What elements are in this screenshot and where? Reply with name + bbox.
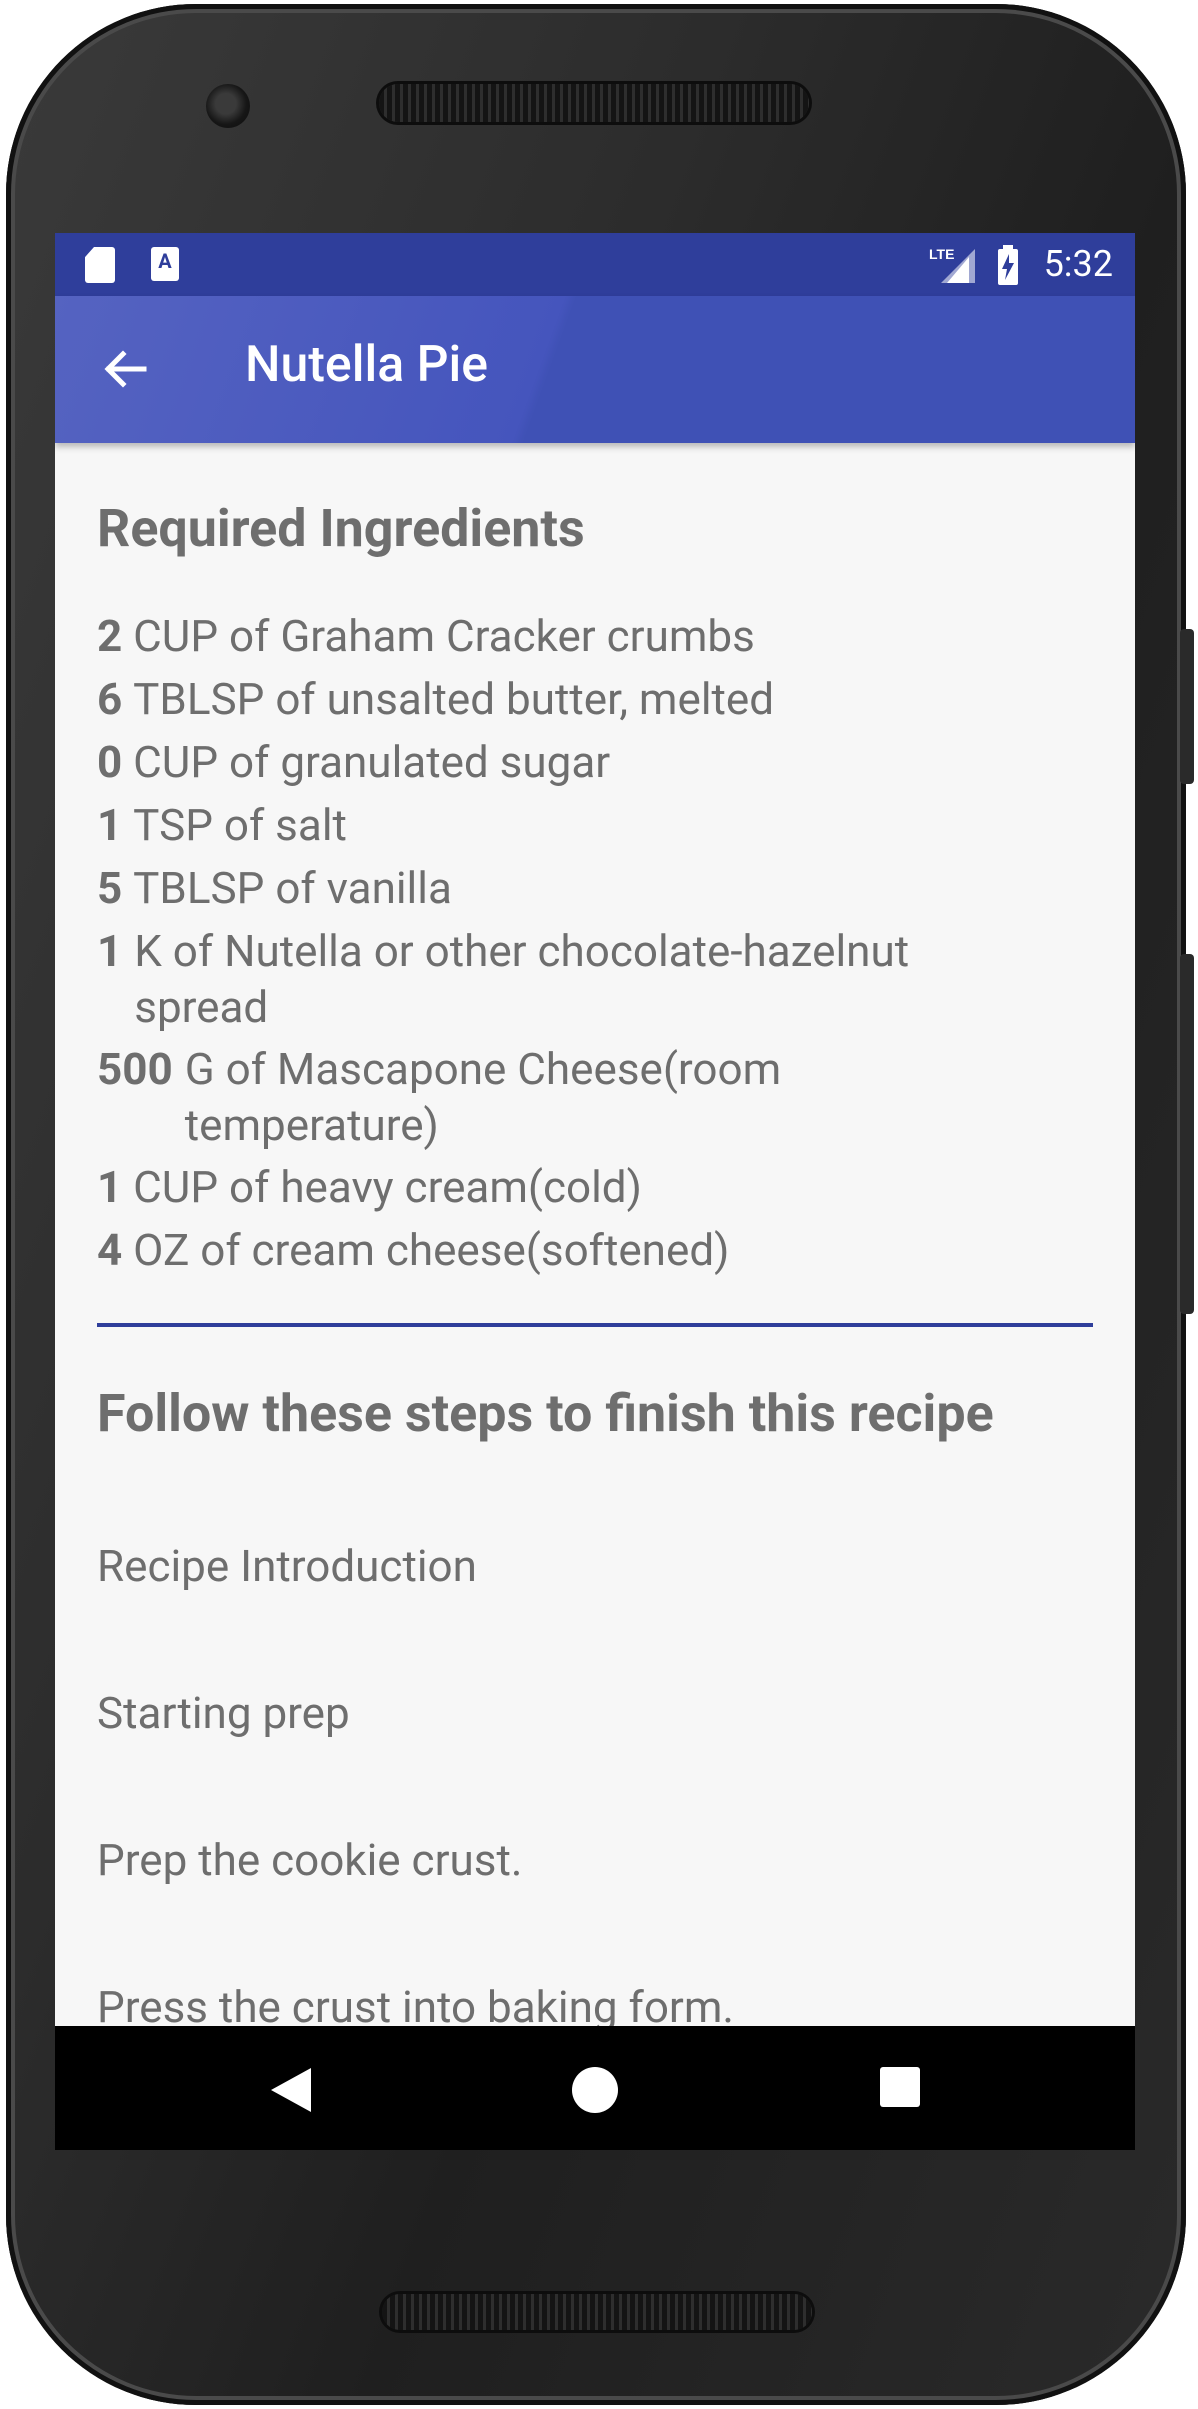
battery-charging-icon xyxy=(998,245,1018,285)
ingredient-qty: 500 xyxy=(97,1043,173,1095)
ingredient-qty: 6 xyxy=(97,673,123,725)
ingredient-item: 6 TBLSP of unsalted butter, melted xyxy=(97,671,1077,727)
bottom-speaker xyxy=(382,2294,812,2330)
navigation-bar xyxy=(55,2026,1135,2150)
ingredient-qty: 5 xyxy=(97,862,123,914)
ingredient-qty: 1 xyxy=(97,925,123,977)
step-item[interactable]: Starting prep xyxy=(97,1687,350,1739)
ingredient-text-line: K of Nutella or other chocolate-hazelnut… xyxy=(134,925,910,1033)
front-camera xyxy=(206,84,250,128)
power-button xyxy=(1180,629,1194,784)
phone-screen: A LTE 5:32 Nutella Pie Required Ingredie… xyxy=(55,233,1135,2150)
lte-signal-icon: LTE xyxy=(929,246,975,283)
home-circle-icon[interactable] xyxy=(571,2066,619,2114)
steps-heading: Follow these steps to finish this recipe xyxy=(97,1383,994,1444)
a-icon: A xyxy=(151,247,179,281)
step-item[interactable]: Prep the cookie crust. xyxy=(97,1834,522,1886)
ingredient-item: 500 G of Mascapone Cheese(room temperatu… xyxy=(97,1041,1077,1153)
page-title: Nutella Pie xyxy=(245,336,489,394)
ingredient-qty: 2 xyxy=(97,610,123,662)
ingredients-heading: Required Ingredients xyxy=(97,498,585,559)
ingredient-text: CUP of Graham Cracker crumbs xyxy=(133,610,755,662)
status-bar: A LTE 5:32 xyxy=(55,233,1135,296)
section-divider xyxy=(97,1323,1093,1327)
ingredient-item: 4 OZ of cream cheese(softened) xyxy=(97,1222,1077,1278)
ingredient-item: 0 CUP of granulated sugar xyxy=(97,734,1077,790)
ingredient-text: TBLSP of unsalted butter, melted xyxy=(133,673,775,725)
ingredient-text: G of Mascapone Cheese(room temperature) xyxy=(184,1043,782,1151)
ingredient-text: OZ of cream cheese(softened) xyxy=(133,1224,730,1276)
ingredient-qty: 1 xyxy=(97,799,123,851)
ingredient-qty: 1 xyxy=(97,1161,123,1213)
ingredient-item: 1 K of Nutella or other chocolate-hazeln… xyxy=(97,923,1077,1035)
sd-card-icon xyxy=(85,247,115,283)
volume-button xyxy=(1180,954,1194,1314)
ingredient-item: 1 CUP of heavy cream(cold) xyxy=(97,1159,1077,1215)
ingredient-text: CUP of granulated sugar xyxy=(133,736,611,788)
ingredient-item: 1 TSP of salt xyxy=(97,797,1077,853)
back-triangle-icon[interactable] xyxy=(269,2066,313,2114)
ingredient-text: TBLSP of vanilla xyxy=(133,862,452,914)
ingredient-item: 2 CUP of Graham Cracker crumbs xyxy=(97,608,1077,664)
recents-square-icon[interactable] xyxy=(879,2066,921,2108)
arrow-left-icon[interactable] xyxy=(100,344,150,394)
ingredient-qty: 0 xyxy=(97,736,123,788)
app-bar: Nutella Pie xyxy=(55,296,1135,443)
lte-label: LTE xyxy=(929,246,954,262)
ingredient-item: 5 TBLSP of vanilla xyxy=(97,860,1077,916)
ingredient-text: CUP of heavy cream(cold) xyxy=(133,1161,642,1213)
status-time: 5:32 xyxy=(1043,243,1113,285)
ingredient-text: K of Nutella or other chocolate-hazelnut… xyxy=(122,923,954,1035)
step-item[interactable]: Recipe Introduction xyxy=(97,1540,477,1592)
ingredient-qty: 4 xyxy=(97,1224,123,1276)
top-speaker xyxy=(379,84,809,122)
ingredient-text: TSP of salt xyxy=(133,799,347,851)
